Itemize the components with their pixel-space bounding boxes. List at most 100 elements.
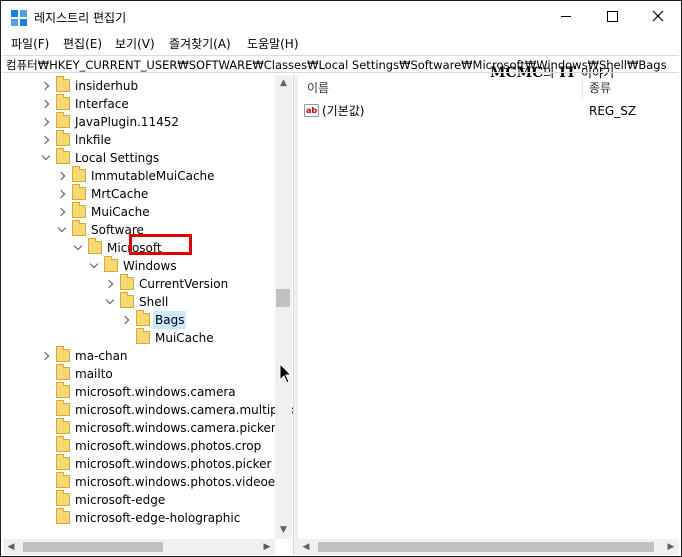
chevron-right-icon[interactable]: [41, 131, 51, 149]
list-horizontal-scrollbar[interactable]: ◀ ▶: [298, 539, 679, 555]
folder-icon: [56, 76, 70, 92]
tree-horizontal-scrollbar[interactable]: ◀ ▶: [3, 539, 275, 555]
minimize-button[interactable]: [543, 1, 589, 32]
tree-item-label: ImmutableMuiCache: [91, 169, 215, 183]
tree-item-label: Interface: [75, 97, 129, 111]
folder-icon: [120, 292, 134, 308]
tree-item-label: microsoft.windows.camera: [75, 385, 236, 399]
chevron-down-icon[interactable]: [57, 221, 67, 239]
scroll-down-icon[interactable]: ▼: [275, 522, 292, 539]
chevron-down-icon[interactable]: [41, 149, 51, 167]
tree-item[interactable]: microsoft.windows.camera.multipicke: [3, 400, 293, 419]
tree-item-label: insiderhub: [75, 79, 139, 93]
scroll-right-icon[interactable]: ▶: [663, 539, 679, 555]
chevron-right-icon[interactable]: [57, 203, 67, 221]
folder-icon: [88, 238, 102, 254]
chevron-down-icon[interactable]: [73, 239, 83, 257]
tree-item-label: ma-chan: [75, 349, 128, 363]
folder-icon: [56, 418, 70, 434]
tree-item[interactable]: mailto: [3, 364, 293, 383]
title-bar: 레지스트리 편집기: [1, 1, 681, 32]
column-divider[interactable]: [582, 77, 583, 99]
folder-icon: [56, 508, 70, 524]
mouse-cursor-icon: [279, 363, 291, 384]
folder-icon: [120, 274, 134, 290]
scroll-up-icon[interactable]: ▲: [275, 75, 292, 92]
chevron-down-icon[interactable]: [105, 293, 115, 311]
tree-item-label: microsoft.windows.photos.videoedit: [75, 475, 291, 489]
tree-item[interactable]: JavaPlugin.11452: [3, 112, 293, 131]
tree-item[interactable]: Windows: [3, 256, 293, 275]
tree-item[interactable]: microsoft.windows.photos.crop: [3, 436, 293, 455]
scroll-thumb[interactable]: [276, 289, 290, 307]
tree-item-label: microsoft.windows.photos.picker: [75, 457, 272, 471]
menu-favorites[interactable]: 즐겨찾기(A): [169, 35, 231, 52]
close-button[interactable]: [635, 1, 681, 32]
tree-item[interactable]: microsoft.windows.photos.videoedit: [3, 472, 293, 491]
scroll-thumb[interactable]: [23, 542, 163, 552]
chevron-right-icon[interactable]: [41, 95, 51, 113]
column-name-header[interactable]: 이름: [307, 79, 329, 96]
menu-file[interactable]: 파일(F): [11, 35, 49, 52]
chevron-right-icon[interactable]: [57, 167, 67, 185]
tree-item[interactable]: microsoft.windows.camera: [3, 382, 293, 401]
menu-help[interactable]: 도움말(H): [247, 35, 299, 52]
tree-item-label: microsoft.windows.camera.picker: [75, 421, 276, 435]
tree-item[interactable]: MuiCache: [3, 328, 293, 347]
folder-icon: [56, 364, 70, 380]
scroll-left-icon[interactable]: ◀: [3, 539, 19, 555]
tree-item[interactable]: MrtCache: [3, 184, 293, 203]
maximize-button[interactable]: [589, 1, 635, 32]
tree-item-label: lnkfile: [75, 133, 112, 147]
tree-item-label: JavaPlugin.11452: [75, 115, 180, 129]
folder-icon: [72, 166, 86, 182]
tree-item-label: MuiCache: [155, 331, 214, 345]
tree-item[interactable]: CurrentVersion: [3, 274, 293, 293]
window-title: 레지스트리 편집기: [34, 11, 127, 25]
tree-item[interactable]: microsoft-edge: [3, 490, 293, 509]
folder-icon: [56, 148, 70, 164]
tree-item-label: Shell: [139, 295, 169, 309]
list-item[interactable]: ab (기본값) REG_SZ: [298, 102, 679, 120]
tree-item[interactable]: MuiCache: [3, 202, 293, 221]
tree-item[interactable]: microsoft.windows.camera.picker: [3, 418, 293, 437]
maximize-icon: [606, 10, 618, 22]
tree-item[interactable]: ImmutableMuiCache: [3, 166, 293, 185]
address-bar[interactable]: 컴퓨터₩HKEY_CURRENT_USER₩SOFTWARE₩Classes₩L…: [3, 55, 679, 73]
tree-item[interactable]: ma-chan: [3, 346, 293, 365]
tree-item-label: Local Settings: [75, 151, 160, 165]
folder-icon: [56, 400, 70, 416]
folder-icon: [56, 436, 70, 452]
scroll-right-icon[interactable]: ▶: [259, 539, 275, 555]
tree-vertical-scrollbar[interactable]: ▲ ▼: [275, 75, 292, 539]
folder-icon: [56, 454, 70, 470]
folder-icon: [56, 382, 70, 398]
scroll-thumb[interactable]: [318, 542, 654, 552]
chevron-right-icon[interactable]: [57, 185, 67, 203]
tree-item[interactable]: lnkfile: [3, 130, 293, 149]
tree-item[interactable]: Shell: [3, 292, 293, 311]
chevron-right-icon[interactable]: [41, 113, 51, 131]
tree-item[interactable]: Interface: [3, 94, 293, 113]
menu-bar: 파일(F) 편집(E) 보기(V) 즐겨찾기(A) 도움말(H) MCMC의 I…: [1, 32, 681, 81]
tree-item[interactable]: microsoft.windows.photos.picker: [3, 454, 293, 473]
chevron-right-icon[interactable]: [121, 311, 131, 329]
tree-item[interactable]: insiderhub: [3, 76, 293, 95]
tree-item-label: microsoft-edge-holographic: [75, 511, 241, 525]
values-list: 이름 종류 ab (기본값) REG_SZ: [298, 75, 679, 539]
minimize-icon: [561, 15, 571, 17]
tree-item[interactable]: Local Settings: [3, 148, 293, 167]
folder-icon: [56, 112, 70, 128]
chevron-right-icon[interactable]: [105, 275, 115, 293]
value-type: REG_SZ: [589, 104, 637, 118]
menu-edit[interactable]: 편집(E): [63, 35, 102, 52]
scroll-left-icon[interactable]: ◀: [298, 539, 314, 555]
column-type-header[interactable]: 종류: [589, 79, 611, 96]
folder-icon: [72, 184, 86, 200]
chevron-right-icon[interactable]: [41, 77, 51, 95]
chevron-right-icon[interactable]: [41, 347, 51, 365]
chevron-down-icon[interactable]: [89, 257, 99, 275]
menu-view[interactable]: 보기(V): [115, 35, 155, 52]
tree-item[interactable]: microsoft-edge-holographic: [3, 508, 293, 527]
tree-item[interactable]: Bags: [3, 310, 293, 329]
